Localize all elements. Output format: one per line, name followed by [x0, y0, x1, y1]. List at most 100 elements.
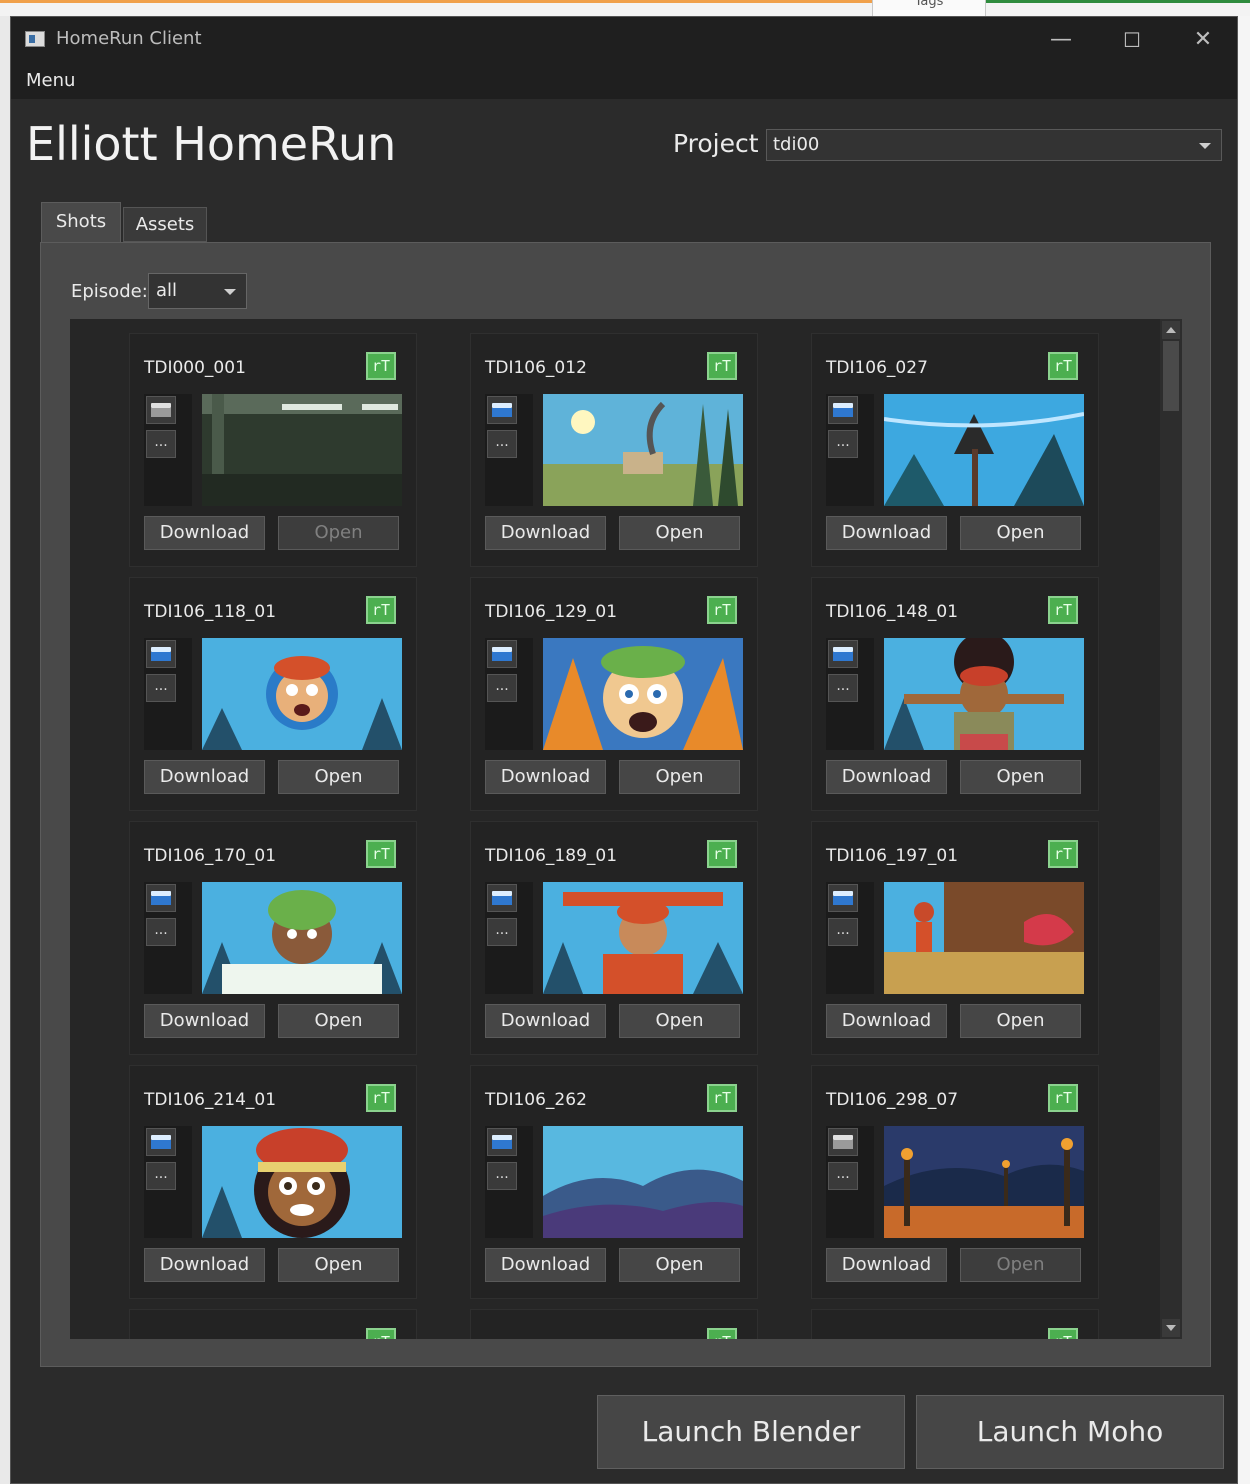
episode-value: all [156, 280, 178, 301]
title-bar: HomeRun Client — ☐ ✕ [11, 17, 1237, 63]
scroll-down-arrow-icon[interactable] [1162, 1319, 1180, 1337]
more-button[interactable]: ... [146, 430, 176, 458]
more-button[interactable]: ... [146, 674, 176, 702]
rt-icon[interactable]: rT [1048, 840, 1078, 868]
shot-name: TDI106_118_01 [144, 602, 277, 622]
download-button[interactable]: Download [144, 1248, 265, 1282]
shot-name: TDI106_012 [485, 358, 587, 378]
shot-card: TDI106_148_01 rT... Download Open [811, 577, 1099, 811]
open-button[interactable]: Open [278, 760, 399, 794]
app-icon [25, 31, 45, 47]
more-button[interactable]: ... [828, 674, 858, 702]
folder-icon[interactable] [828, 640, 858, 668]
open-button[interactable]: Open [619, 516, 740, 550]
minimize-button[interactable]: — [1039, 23, 1083, 57]
shot-thumbnail [884, 638, 1084, 750]
folder-icon[interactable] [487, 396, 517, 424]
download-button[interactable]: Download [826, 760, 947, 794]
shot-thumbnail [202, 638, 402, 750]
more-button[interactable]: ... [487, 1162, 517, 1190]
rt-icon[interactable]: rT [1048, 352, 1078, 380]
project-label: Project [673, 129, 759, 158]
download-button[interactable]: Download [826, 1248, 947, 1282]
shot-card: TDI106_012 rT... Download Open [470, 333, 758, 567]
open-button[interactable]: Open [960, 1004, 1081, 1038]
rt-icon[interactable]: rT [366, 352, 396, 380]
close-button[interactable]: ✕ [1181, 23, 1225, 57]
folder-icon[interactable] [146, 884, 176, 912]
download-button[interactable]: Download [485, 516, 606, 550]
tab-shots[interactable]: Shots [41, 202, 121, 242]
open-button[interactable]: Open [960, 760, 1081, 794]
folder-icon[interactable] [487, 1128, 517, 1156]
more-button[interactable]: ... [487, 674, 517, 702]
download-button[interactable]: Download [485, 1248, 606, 1282]
folder-icon[interactable] [146, 1128, 176, 1156]
open-button[interactable]: Open [619, 760, 740, 794]
folder-icon[interactable] [146, 640, 176, 668]
background-accent [0, 0, 872, 3]
launch-moho-button[interactable]: Launch Moho [916, 1395, 1224, 1469]
open-button[interactable]: Open [960, 516, 1081, 550]
rt-icon[interactable]: rT [707, 352, 737, 380]
rt-icon[interactable]: rT [366, 1328, 396, 1339]
tab-assets[interactable]: Assets [123, 207, 207, 242]
more-button[interactable]: ... [828, 918, 858, 946]
rt-icon[interactable]: rT [707, 1084, 737, 1112]
shot-card: TDI106_118_01 rT... Download Open [129, 577, 417, 811]
episode-dropdown[interactable]: all [148, 273, 247, 309]
more-button[interactable]: ... [828, 430, 858, 458]
rt-icon[interactable]: rT [366, 1084, 396, 1112]
vertical-scrollbar[interactable] [1160, 319, 1182, 1339]
rt-icon[interactable]: rT [707, 596, 737, 624]
rt-icon[interactable]: rT [366, 840, 396, 868]
folder-icon[interactable] [828, 396, 858, 424]
download-button[interactable]: Download [144, 760, 265, 794]
menu-item-menu[interactable]: Menu [26, 70, 75, 91]
shot-name: TDI000_001 [144, 358, 246, 378]
scroll-thumb[interactable] [1163, 341, 1179, 411]
window-title: HomeRun Client [56, 28, 202, 49]
shot-thumbnail [202, 1126, 402, 1238]
episode-label: Episode: [71, 281, 148, 302]
folder-icon[interactable] [487, 884, 517, 912]
download-button[interactable]: Download [485, 1004, 606, 1038]
shots-grid: TDI000_001 rT... Download Open TDI106_012 rT.… [70, 319, 1182, 1339]
shot-thumbnail [884, 394, 1084, 506]
more-button[interactable]: ... [828, 1162, 858, 1190]
project-dropdown[interactable]: tdi00 [766, 129, 1222, 161]
shot-thumbnail [543, 394, 743, 506]
folder-icon[interactable] [828, 1128, 858, 1156]
folder-icon[interactable] [487, 640, 517, 668]
shot-thumbnail [884, 1126, 1084, 1238]
open-button[interactable]: Open [619, 1248, 740, 1282]
folder-icon[interactable] [146, 396, 176, 424]
shot-thumbnail [543, 638, 743, 750]
rt-icon[interactable]: rT [1048, 1328, 1078, 1339]
rt-icon[interactable]: rT [707, 840, 737, 868]
download-button[interactable]: Download [826, 516, 947, 550]
scroll-up-arrow-icon[interactable] [1162, 321, 1180, 339]
open-button[interactable]: Open [619, 1004, 740, 1038]
app-window: HomeRun Client — ☐ ✕ Menu Elliott HomeRu… [10, 16, 1238, 1484]
open-button[interactable]: Open [278, 1004, 399, 1038]
background-edge [1238, 16, 1250, 1484]
rt-icon[interactable]: rT [707, 1328, 737, 1339]
maximize-button[interactable]: ☐ [1110, 23, 1154, 57]
more-button[interactable]: ... [487, 430, 517, 458]
more-button[interactable]: ... [146, 918, 176, 946]
more-button[interactable]: ... [146, 1162, 176, 1190]
download-button[interactable]: Download [144, 1004, 265, 1038]
folder-icon[interactable] [828, 884, 858, 912]
download-button[interactable]: Download [826, 1004, 947, 1038]
more-button[interactable]: ... [487, 918, 517, 946]
shot-name: TDI106_214_01 [144, 1090, 277, 1110]
download-button[interactable]: Download [485, 760, 606, 794]
open-button[interactable]: Open [278, 1248, 399, 1282]
rt-icon[interactable]: rT [1048, 1084, 1078, 1112]
shot-card: TDI106_214_01 rT... Download Open [129, 1065, 417, 1299]
download-button[interactable]: Download [144, 516, 265, 550]
launch-blender-button[interactable]: Launch Blender [597, 1395, 905, 1469]
rt-icon[interactable]: rT [1048, 596, 1078, 624]
rt-icon[interactable]: rT [366, 596, 396, 624]
